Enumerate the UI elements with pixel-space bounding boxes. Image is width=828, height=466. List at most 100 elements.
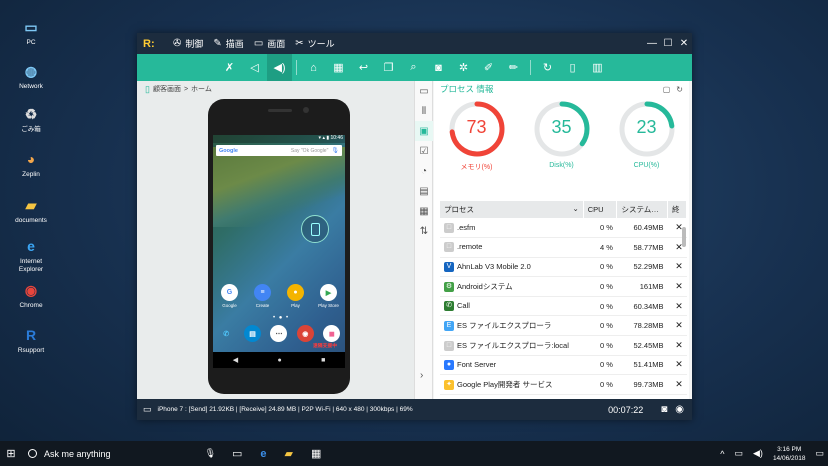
table-row[interactable]: □ .remote 4 % 58.77MB ✕ [440, 237, 687, 258]
app-icon[interactable]: ● Play [285, 284, 307, 308]
desktop-icon-label: Chrome [19, 302, 43, 309]
home-icon[interactable]: ⌂ [301, 54, 326, 81]
taskbar-search[interactable]: Ask me anything 🎙 [22, 441, 222, 466]
recent-icon[interactable]: ❐ [376, 54, 401, 81]
menu-draw[interactable]: ✎ 描画 [213, 37, 243, 50]
clock-date: 14/06/2018 [772, 454, 806, 462]
menu-control[interactable]: ✇ 制御 [173, 37, 203, 50]
desktop-icon[interactable]: ♻ ごみ箱 [8, 105, 54, 134]
speaker-icon[interactable]: ◀) [753, 448, 763, 459]
kill-process-icon[interactable]: ✕ [667, 355, 687, 376]
microphone-icon[interactable]: 🎙 [205, 448, 216, 459]
document-icon[interactable]: ▤ [415, 181, 433, 201]
column-process[interactable]: プロセス ⌄ [440, 201, 584, 218]
desktop-icon[interactable]: ◉ Chrome [8, 281, 54, 310]
apps-icon[interactable]: ▦ [326, 54, 351, 81]
kill-process-icon[interactable]: ✕ [667, 296, 687, 317]
phone-camera [303, 107, 309, 113]
app-icon[interactable]: ≡ Create [252, 284, 274, 308]
clock[interactable]: 3:16 PM 14/06/2018 [773, 445, 806, 463]
menu-tools[interactable]: ✂ ツール [295, 37, 334, 50]
mic-icon[interactable]: 🎙 [331, 147, 339, 154]
app-icon[interactable]: ▤ [242, 325, 264, 344]
google-search-bar[interactable]: Google Say "Ok Google" 🎙 [216, 145, 342, 156]
table-row[interactable]: □ ES ファイルエクスプローラ:local 0 % 52.45MB ✕ [440, 335, 687, 356]
desktop-icon[interactable]: ◕ Zeplin [8, 150, 54, 179]
notification-icon[interactable]: ▭ [815, 448, 824, 459]
nav-home-icon[interactable]: ● [277, 357, 281, 364]
sort-icon[interactable]: ⌄ [572, 204, 582, 213]
phone-screen[interactable]: ▾ ▴ ▮ 10:46 Google Say "Ok Google" 🎙 G Go… [213, 135, 345, 368]
nav-back-icon[interactable]: ◀ [233, 356, 238, 364]
network-icon[interactable]: ▭ [735, 448, 744, 459]
search-icon[interactable]: ⌕ [401, 54, 426, 81]
app-icon[interactable]: G Google [219, 284, 241, 308]
log-icon[interactable]: ▦ [415, 201, 433, 221]
tray-chevron-icon[interactable]: ^ [720, 449, 724, 459]
nav-recent-icon[interactable]: ■ [321, 357, 325, 364]
mute-icon[interactable]: ✗ [217, 54, 242, 81]
back-icon[interactable]: ↩ [351, 54, 376, 81]
maximize-button[interactable]: ☐ [660, 38, 676, 49]
table-row[interactable]: ⚙ Androidシステム 0 % 161MB ✕ [440, 276, 687, 297]
desktop-icon[interactable]: ▰ documents [8, 196, 54, 225]
camera-icon[interactable]: ◙ [426, 54, 451, 81]
store-icon[interactable]: ▦ [311, 447, 321, 460]
desktop-icon[interactable]: e Internet Explorer [8, 237, 54, 274]
chip-icon[interactable]: ▣ [415, 121, 433, 141]
edge-icon[interactable]: e [260, 448, 266, 460]
column-label: プロセス [444, 205, 474, 214]
settings-icon[interactable]: ✲ [451, 54, 476, 81]
app-icon[interactable]: ▶ Play Store [318, 284, 340, 308]
breadcrumb-separator: > [183, 85, 189, 93]
app-icon[interactable]: ✆ [215, 325, 237, 344]
volume-down-icon[interactable]: ◁ [242, 54, 267, 81]
phone-icon[interactable]: ▯ [560, 54, 585, 81]
kill-process-icon[interactable]: ✕ [667, 276, 687, 297]
draw-icon[interactable]: ✐ [476, 54, 501, 81]
file-explorer-icon[interactable]: ▰ [285, 447, 293, 460]
breadcrumb-root[interactable]: 顧客画面 [153, 84, 181, 94]
close-button[interactable]: ✕ [676, 38, 692, 49]
notification-icon[interactable]: ◔ [415, 161, 433, 181]
table-row[interactable]: □ .esfm 0 % 60.49MB ✕ [440, 218, 687, 239]
checklist-icon[interactable]: ☑ [415, 141, 433, 161]
stop-icon[interactable]: ◉ [675, 404, 684, 415]
column-memory[interactable]: システム… [616, 201, 669, 218]
collapse-chevron-icon[interactable]: › [420, 370, 423, 381]
minimize-button[interactable]: — [644, 38, 660, 49]
desktop-icon[interactable]: R Rsupport [8, 326, 54, 355]
table-row[interactable]: ● Font Server 0 % 51.41MB ✕ [440, 355, 687, 376]
refresh-icon[interactable]: ↻ [676, 85, 689, 94]
refresh-icon[interactable]: ↻ [535, 54, 560, 81]
title-bar: R: ✇ 制御 ✎ 描画 ▭ 画面 ✂ ツール — ☐ ✕ [137, 33, 692, 54]
storage-icon[interactable]: ▭ [415, 81, 433, 101]
table-row[interactable]: ✆ Call 0 % 60.34MB ✕ [440, 296, 687, 317]
table-row[interactable]: ✦ Google Play開発者 サービス 0 % 99.73MB ✕ [440, 374, 687, 395]
kill-process-icon[interactable]: ✕ [667, 257, 687, 278]
clipboard-icon[interactable]: ▢ [663, 85, 677, 94]
kill-process-icon[interactable]: ✕ [667, 374, 687, 395]
process-name-cell: □ ES ファイルエクスプローラ:local [440, 335, 584, 356]
transfer-icon[interactable]: ⇅ [415, 221, 433, 241]
remote-widget[interactable] [301, 215, 329, 243]
desktop-icon[interactable]: ◍ Network [8, 62, 54, 91]
task-view-icon[interactable]: ▭ [232, 447, 242, 460]
column-cpu[interactable]: CPU [583, 201, 618, 218]
desktop-icon[interactable]: ▭ PC [8, 18, 54, 47]
table-row[interactable]: V AhnLab V3 Mobile 2.0 0 % 52.29MB ✕ [440, 257, 687, 278]
table-row[interactable]: E ES ファイルエクスプローラ 0 % 78.28MB ✕ [440, 315, 687, 337]
pencil-icon[interactable]: ✏ [501, 54, 526, 81]
column-end[interactable]: 終 [667, 201, 687, 218]
menu-screen[interactable]: ▭ 画面 [254, 37, 285, 50]
app-icon[interactable]: ⋯ [268, 325, 290, 344]
tools-icon: ✂ [295, 38, 304, 49]
kill-process-icon[interactable]: ✕ [667, 315, 687, 337]
volume-up-icon[interactable]: ◀) [267, 54, 292, 81]
device-info-icon[interactable]: ▥ [585, 54, 610, 81]
equalizer-icon[interactable]: ⫴ [415, 101, 433, 121]
screenshot-icon[interactable]: ◙ [661, 404, 667, 415]
scrollbar[interactable] [682, 227, 686, 247]
kill-process-icon[interactable]: ✕ [667, 335, 687, 356]
windows-start-icon[interactable]: ⊞ [0, 447, 22, 460]
